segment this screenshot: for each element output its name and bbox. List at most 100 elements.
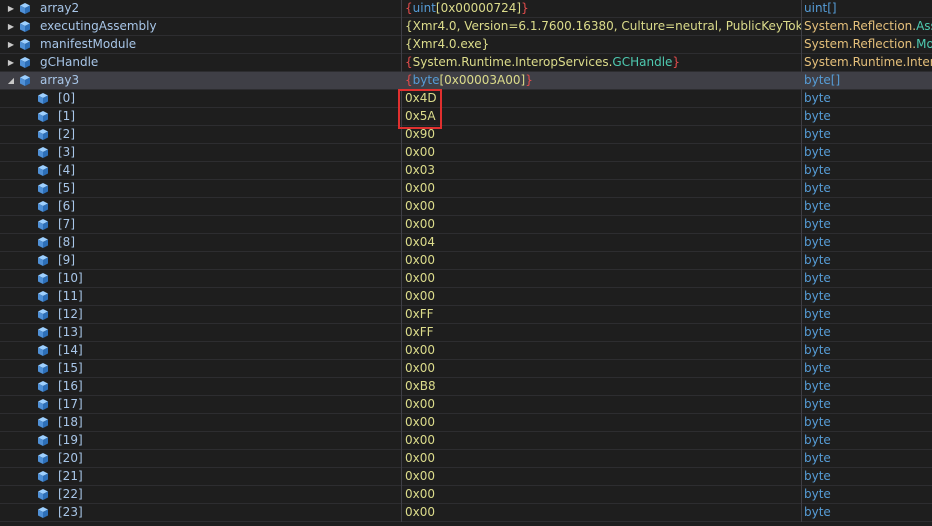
value-cell[interactable]: 0xB8 xyxy=(401,378,801,396)
watch-row[interactable]: [13] 0xFF byte xyxy=(0,324,932,342)
name-cell: [7] xyxy=(0,216,401,234)
value-text: 0x00 xyxy=(405,433,436,447)
watch-row[interactable]: [8] 0x04 byte xyxy=(0,234,932,252)
name-cell: [15] xyxy=(0,360,401,378)
watch-row[interactable]: [19] 0x00 byte xyxy=(0,432,932,450)
value-cell[interactable]: {uint[0x00000724]} xyxy=(401,0,801,18)
expand-triangle-icon[interactable]: ▶ xyxy=(6,18,16,36)
expand-triangle-icon[interactable]: ▶ xyxy=(6,36,16,54)
name-cell: [6] xyxy=(0,198,401,216)
value-cell[interactable]: 0x00 xyxy=(401,468,801,486)
watch-row[interactable]: [3] 0x00 byte xyxy=(0,144,932,162)
type-text: byte xyxy=(804,379,831,393)
type-cell: byte xyxy=(801,108,932,126)
watch-row[interactable]: [1] 0x5A byte xyxy=(0,108,932,126)
watch-row[interactable]: [2] 0x90 byte xyxy=(0,126,932,144)
value-cell[interactable]: 0x03 xyxy=(401,162,801,180)
variable-name: [3] xyxy=(58,145,75,159)
value-cell[interactable]: 0x04 xyxy=(401,234,801,252)
variable-name: [4] xyxy=(58,163,75,177)
value-cell[interactable]: {byte[0x00003A00]} xyxy=(401,72,801,90)
expand-triangle-icon[interactable]: ▶ xyxy=(6,0,16,18)
type-cell: byte xyxy=(801,162,932,180)
type-text: byte xyxy=(804,505,831,519)
type-text: byte xyxy=(804,343,831,357)
variable-name: [17] xyxy=(58,397,83,411)
name-cell: [8] xyxy=(0,234,401,252)
watch-row[interactable]: [15] 0x00 byte xyxy=(0,360,932,378)
watch-row[interactable]: [16] 0xB8 byte xyxy=(0,378,932,396)
value-cell[interactable]: 0x00 xyxy=(401,270,801,288)
watch-row[interactable]: [22] 0x00 byte xyxy=(0,486,932,504)
value-cell[interactable]: 0x4D xyxy=(401,90,801,108)
name-cell: [5] xyxy=(0,180,401,198)
watch-row[interactable]: [23] 0x00 byte xyxy=(0,504,932,522)
name-cell: [23] xyxy=(0,504,401,522)
value-cell[interactable]: 0x00 xyxy=(401,342,801,360)
type-cell: byte xyxy=(801,198,932,216)
watch-row[interactable]: [14] 0x00 byte xyxy=(0,342,932,360)
value-cell[interactable]: 0x00 xyxy=(401,486,801,504)
value-cell[interactable]: {Xmr4.0, Version=6.1.7600.16380, Culture… xyxy=(401,18,801,36)
watch-row[interactable]: [5] 0x00 byte xyxy=(0,180,932,198)
watch-row[interactable]: [11] 0x00 byte xyxy=(0,288,932,306)
value-cell[interactable]: 0x00 xyxy=(401,144,801,162)
type-text: byte xyxy=(804,397,831,411)
value-cell[interactable]: 0x00 xyxy=(401,396,801,414)
value-cell[interactable]: 0x00 xyxy=(401,432,801,450)
variable-name: [23] xyxy=(58,505,83,519)
value-cell[interactable]: 0x00 xyxy=(401,180,801,198)
name-cell: [9] xyxy=(0,252,401,270)
variable-name: [2] xyxy=(58,127,75,141)
watch-row[interactable]: ▶ executingAssembly {Xmr4.0, Version=6.1.7… xyxy=(0,18,932,36)
value-cell[interactable]: 0x90 xyxy=(401,126,801,144)
watch-window-grid: ▶ array2 {uint[0x00000724]} uint[] ▶ executin… xyxy=(0,0,932,526)
watch-row[interactable]: [18] 0x00 byte xyxy=(0,414,932,432)
value-cell[interactable]: {Xmr4.0.exe} xyxy=(401,36,801,54)
value-cell[interactable]: 0x00 xyxy=(401,414,801,432)
watch-row[interactable]: [7] 0x00 byte xyxy=(0,216,932,234)
type-cell: byte xyxy=(801,180,932,198)
field-cube-icon xyxy=(18,37,32,53)
value-cell[interactable]: 0x00 xyxy=(401,288,801,306)
value-cell[interactable]: 0x00 xyxy=(401,252,801,270)
type-text: byte xyxy=(804,361,831,375)
type-cell: uint[] xyxy=(801,0,932,18)
expand-triangle-icon[interactable]: ▶ xyxy=(6,54,16,72)
watch-row[interactable]: [0] 0x4D byte xyxy=(0,90,932,108)
value-cell[interactable]: 0x00 xyxy=(401,450,801,468)
collapse-triangle-icon[interactable]: ◢ xyxy=(6,72,16,90)
watch-row[interactable]: [10] 0x00 byte xyxy=(0,270,932,288)
watch-row[interactable]: [4] 0x03 byte xyxy=(0,162,932,180)
value-cell[interactable]: 0x00 xyxy=(401,504,801,522)
type-cell: byte xyxy=(801,468,932,486)
watch-row[interactable]: [9] 0x00 byte xyxy=(0,252,932,270)
watch-row[interactable]: ▶ manifestModule {Xmr4.0.exe} System.Reflec… xyxy=(0,36,932,54)
type-cell: byte xyxy=(801,396,932,414)
type-text: byte xyxy=(804,271,831,285)
value-cell[interactable]: 0x5A xyxy=(401,108,801,126)
field-cube-icon xyxy=(36,235,50,251)
field-cube-icon xyxy=(36,415,50,431)
type-cell: byte[] xyxy=(801,72,932,90)
field-cube-icon xyxy=(36,91,50,107)
value-cell[interactable]: 0xFF xyxy=(401,324,801,342)
watch-row[interactable]: [6] 0x00 byte xyxy=(0,198,932,216)
value-text: 0x00 xyxy=(405,289,436,303)
watch-row[interactable]: ◢ array3 {byte[0x00003A00]} byte[] xyxy=(0,72,932,90)
watch-row[interactable]: [17] 0x00 byte xyxy=(0,396,932,414)
watch-row[interactable]: ▶ array2 {uint[0x00000724]} uint[] xyxy=(0,0,932,18)
field-cube-icon xyxy=(36,433,50,449)
watch-row[interactable]: [21] 0x00 byte xyxy=(0,468,932,486)
value-cell[interactable]: 0x00 xyxy=(401,198,801,216)
value-text: {Xmr4.0, Version=6.1.7600.16380, Culture… xyxy=(405,19,801,33)
value-text: { xyxy=(405,1,413,15)
watch-row[interactable]: [12] 0xFF byte xyxy=(0,306,932,324)
value-cell[interactable]: 0x00 xyxy=(401,216,801,234)
value-cell[interactable]: {System.Runtime.InteropServices.GCHandle… xyxy=(401,54,801,72)
watch-row[interactable]: [20] 0x00 byte xyxy=(0,450,932,468)
value-cell[interactable]: 0x00 xyxy=(401,360,801,378)
watch-row[interactable]: ▶ gCHandle {System.Runtime.InteropServices… xyxy=(0,54,932,72)
type-cell: byte xyxy=(801,234,932,252)
value-cell[interactable]: 0xFF xyxy=(401,306,801,324)
